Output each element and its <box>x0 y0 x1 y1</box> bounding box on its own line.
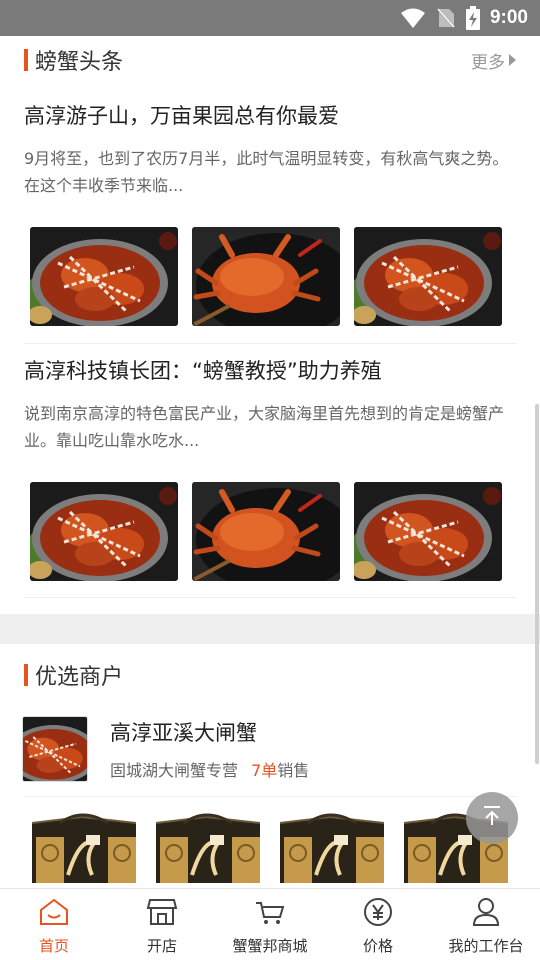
bottom-tab-bar: 首页 开店 蟹蟹邦商城 价格 我的工作台 <box>0 888 540 960</box>
headlines-title-text: 螃蟹头条 <box>35 50 124 75</box>
merchant-sales-count: 7单 <box>251 761 278 780</box>
merchant-subtitle: 固城湖大闸蟹专营 7单销售 <box>110 757 309 781</box>
tab-label: 开店 <box>146 937 177 955</box>
user-icon <box>470 897 502 931</box>
title-accent-bar <box>24 664 28 686</box>
battery-charging-icon <box>465 6 480 30</box>
merchants-title-text: 优选商户 <box>35 665 124 690</box>
cart-icon <box>254 897 286 931</box>
tab-label: 我的工作台 <box>448 937 524 955</box>
crab-photo <box>354 482 502 581</box>
home-icon <box>38 897 70 931</box>
title-accent-bar <box>24 49 28 71</box>
news-item[interactable]: 高淳游子山，万亩果园总有你最爱 9月将至，也到了农历7月半，此时气温明显转变，有… <box>0 101 540 326</box>
news-thumbnails <box>24 227 516 326</box>
tab-label: 蟹蟹邦商城 <box>232 937 308 955</box>
news-thumbnails <box>24 482 516 581</box>
no-sim-icon <box>436 7 456 29</box>
merchant-info: 高淳亚溪大闸蟹 固城湖大闸蟹专营 7单销售 <box>110 717 309 781</box>
tab-mall[interactable]: 蟹蟹邦商城 <box>216 889 324 960</box>
scrollbar[interactable] <box>535 404 539 764</box>
tab-label: 首页 <box>38 937 69 955</box>
merchant-sales-label: 销售 <box>277 761 310 780</box>
merchant-item[interactable]: 高淳亚溪大闸蟹 固城湖大闸蟹专营 7单销售 <box>0 716 540 782</box>
merchant-name: 高淳亚溪大闸蟹 <box>110 721 257 745</box>
status-bar: 9:00 <box>0 0 540 36</box>
crab-photo <box>354 227 502 326</box>
headlines-title: 螃蟹头条 <box>24 44 123 76</box>
crab-photo <box>192 482 340 581</box>
product-image[interactable] <box>272 813 390 883</box>
section-separator <box>0 614 540 644</box>
yuan-icon <box>362 897 394 931</box>
tab-home[interactable]: 首页 <box>0 889 108 960</box>
clock: 9:00 <box>489 7 528 28</box>
wifi-icon <box>400 7 426 29</box>
merchant-products <box>0 813 540 883</box>
headlines-header: 螃蟹头条 更多 <box>0 36 540 84</box>
news-summary: 9月将至，也到了农历7月半，此时气温明显转变，有秋高气爽之势。在这个丰收季节来临… <box>24 149 509 195</box>
divider <box>24 343 516 344</box>
more-link[interactable]: 更多 <box>471 48 516 73</box>
merchants-header: 优选商户 <box>0 644 540 706</box>
merchant-avatar <box>22 716 88 782</box>
crab-photo <box>30 227 178 326</box>
news-item[interactable]: 高淳科技镇长团：“螃蟹教授”助力养殖 说到南京高淳的特色富民产业，大家脑海里首先… <box>0 356 540 581</box>
tab-my-workbench[interactable]: 我的工作台 <box>432 889 540 960</box>
news-title: 高淳游子山，万亩果园总有你最爱 <box>24 104 339 128</box>
tab-price[interactable]: 价格 <box>324 889 432 960</box>
news-summary: 说到南京高淳的特色富民产业，大家脑海里首先想到的肯定是螃蟹产业。靠山吃山靠水吃水… <box>24 404 505 450</box>
merchants-title: 优选商户 <box>24 659 123 691</box>
scroll-content[interactable]: 螃蟹头条 更多 高淳游子山，万亩果园总有你最爱 9月将至，也到了农历7月半，此时… <box>0 36 540 888</box>
crab-photo <box>192 227 340 326</box>
divider <box>24 597 516 598</box>
news-title: 高淳科技镇长团：“螃蟹教授”助力养殖 <box>24 359 382 383</box>
tab-open-shop[interactable]: 开店 <box>108 889 216 960</box>
back-to-top-button[interactable] <box>466 792 518 844</box>
chevron-right-icon <box>509 54 516 66</box>
tab-label: 价格 <box>362 937 393 955</box>
divider <box>24 796 516 797</box>
merchant-shop: 固城湖大闸蟹专营 <box>110 761 239 780</box>
shop-icon <box>146 897 178 931</box>
more-label: 更多 <box>471 52 505 73</box>
arrow-up-icon <box>479 803 505 833</box>
crab-photo <box>30 482 178 581</box>
product-image[interactable] <box>24 813 142 883</box>
product-image[interactable] <box>148 813 266 883</box>
